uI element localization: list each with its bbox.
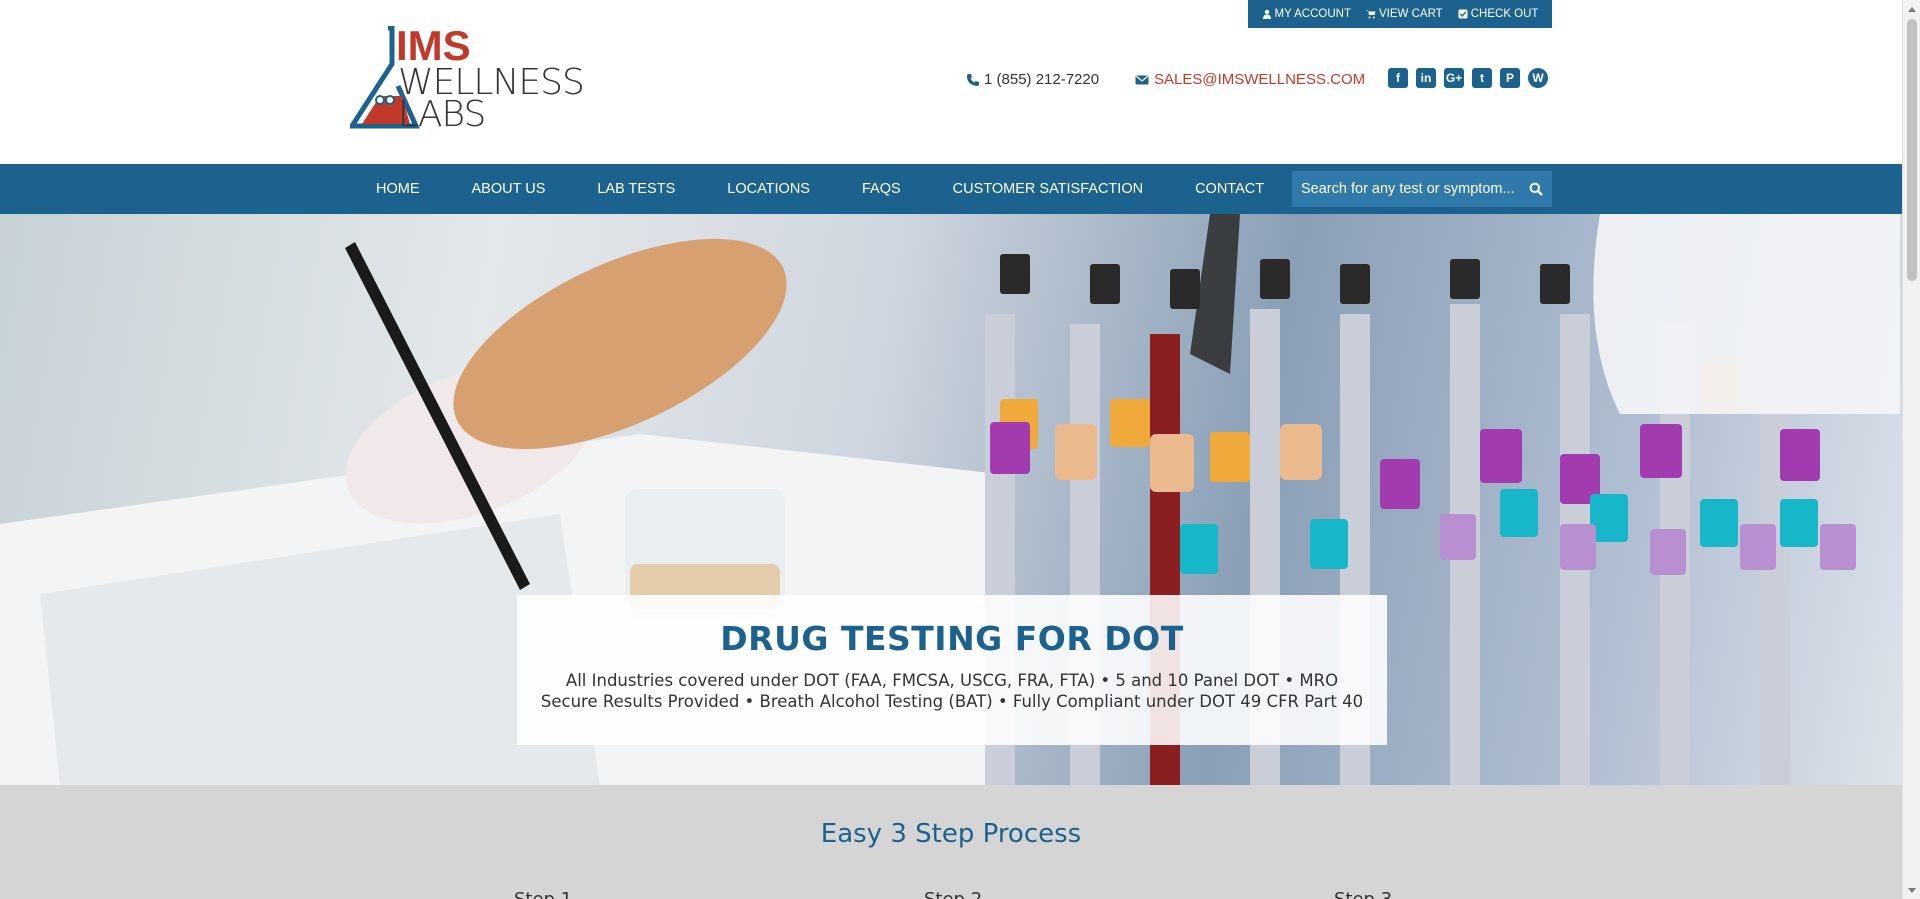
scroll-up-arrow-icon[interactable] (1903, 0, 1920, 17)
view-cart-link[interactable]: VIEW CART (1366, 8, 1443, 20)
search-button[interactable] (1520, 171, 1552, 207)
twitter-icon[interactable]: t (1472, 68, 1492, 88)
search-input[interactable] (1292, 171, 1520, 207)
envelope-icon (1135, 75, 1149, 84)
check-out-link[interactable]: CHECK OUT (1458, 8, 1539, 20)
my-account-link[interactable]: MY ACCOUNT (1262, 8, 1351, 20)
hero-banner: DRUG TESTING FOR DOT All Industries cove… (0, 214, 1902, 785)
email-link[interactable]: SALES@IMSWELLNESS.COM (1135, 71, 1365, 88)
step-2-label: Step 2 (924, 889, 982, 899)
cart-icon (1366, 10, 1376, 19)
phone-icon (967, 73, 979, 86)
step-1-label: Step 1 (514, 889, 572, 899)
nav-item-lab-tests[interactable]: LAB TESTS (571, 181, 701, 197)
email-address: SALES@IMSWELLNESS.COM (1154, 71, 1366, 88)
steps-section: Easy 3 Step Process Step 1 Step 2 Step 3 (0, 785, 1902, 899)
checkbox-icon (1458, 9, 1468, 19)
check-out-label: CHECK OUT (1470, 8, 1539, 20)
main-nav: HOME ABOUT US LAB TESTS LOCATIONS FAQS C… (0, 164, 1902, 214)
site-logo[interactable]: IMS WELLNESS LABS (347, 22, 620, 135)
google-plus-icon[interactable]: G+ (1444, 68, 1464, 88)
scroll-thumb[interactable] (1907, 19, 1917, 281)
nav-item-contact[interactable]: CONTACT (1169, 181, 1290, 197)
search-box (1292, 171, 1552, 207)
my-account-label: MY ACCOUNT (1274, 8, 1351, 20)
utility-bar: MY ACCOUNT VIEW CART CHECK OUT (1248, 0, 1552, 28)
logo-line3: LABS (398, 94, 485, 130)
phone-link[interactable]: 1 (855) 212-7220 (966, 71, 1099, 88)
nav-item-customer-satisfaction[interactable]: CUSTOMER SATISFACTION (927, 181, 1169, 197)
social-links: f in G+ t P W (1388, 68, 1548, 88)
page-scrollbar[interactable] (1902, 0, 1920, 899)
nav-item-home[interactable]: HOME (350, 181, 446, 197)
view-cart-label: VIEW CART (1379, 8, 1443, 20)
hero-caption: DRUG TESTING FOR DOT All Industries cove… (517, 595, 1387, 745)
pinterest-icon[interactable]: P (1500, 68, 1520, 88)
hero-title: DRUG TESTING FOR DOT (720, 619, 1184, 658)
facebook-icon[interactable]: f (1388, 68, 1408, 88)
scroll-down-arrow-icon[interactable] (1903, 882, 1920, 899)
wordpress-icon[interactable]: W (1528, 68, 1548, 88)
steps-heading: Easy 3 Step Process (820, 819, 1082, 849)
nav-item-about-us[interactable]: ABOUT US (446, 181, 572, 197)
user-icon (1262, 9, 1271, 19)
phone-number: 1 (855) 212-7220 (984, 71, 1100, 88)
hero-description: All Industries covered under DOT (FAA, F… (540, 671, 1364, 711)
search-icon (1529, 182, 1543, 196)
linkedin-icon[interactable]: in (1416, 68, 1436, 88)
step-3-label: Step 3 (1334, 889, 1392, 899)
flask-logo-icon: IMS WELLNESS LABS (347, 22, 585, 135)
nav-item-locations[interactable]: LOCATIONS (701, 181, 836, 197)
nav-item-faqs[interactable]: FAQS (836, 181, 927, 197)
